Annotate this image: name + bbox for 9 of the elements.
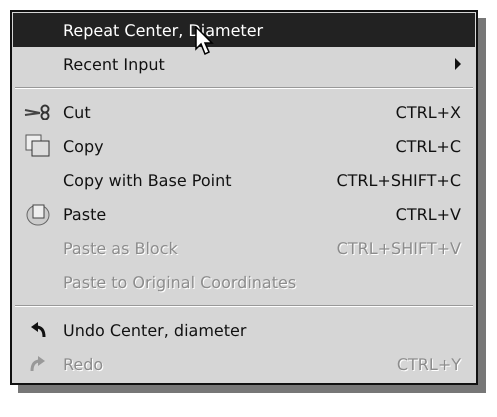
menu-item[interactable]: Copy CTRL+C xyxy=(13,129,475,163)
menu-item[interactable]: Cut CTRL+X xyxy=(13,95,475,129)
copy-icon xyxy=(25,134,51,158)
scissors-icon xyxy=(24,104,52,120)
submenu-arrow-icon xyxy=(455,58,461,70)
menu-item[interactable]: Recent Input xyxy=(13,47,475,81)
menu-item[interactable]: Paste CTRL+V xyxy=(13,197,475,231)
menu-item[interactable]: Copy with Base Point CTRL+SHIFT+C xyxy=(13,163,475,197)
menu-item[interactable]: Undo Center, diameter xyxy=(13,313,475,347)
